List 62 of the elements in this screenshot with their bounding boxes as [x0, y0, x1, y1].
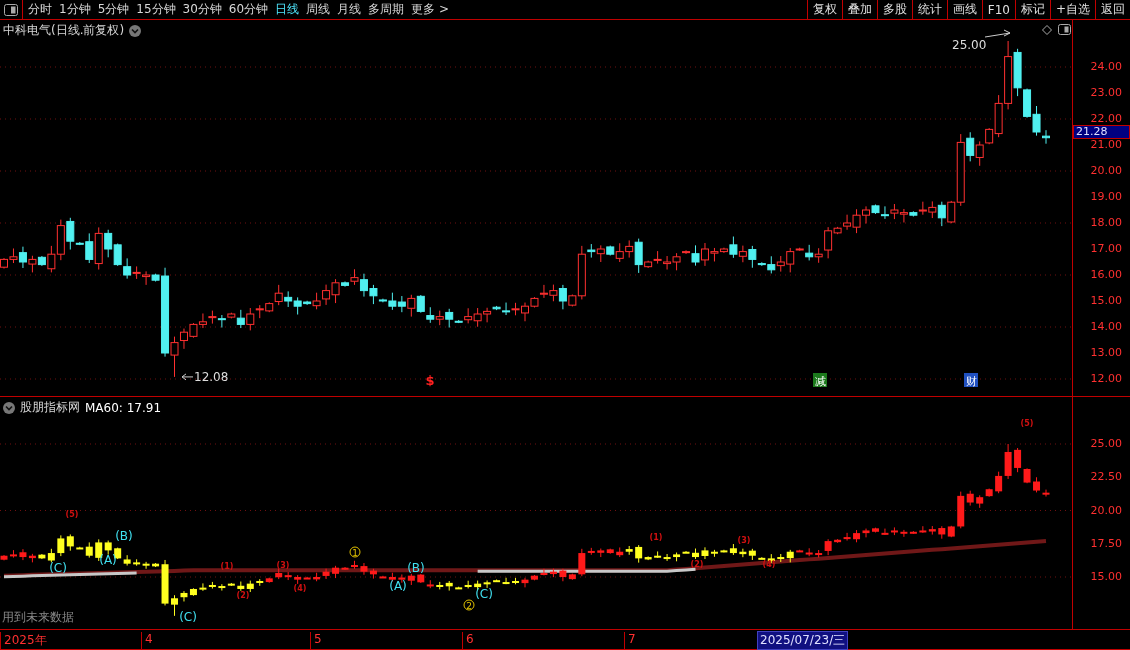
- circled-mark: 1: [349, 546, 361, 558]
- period-tab[interactable]: 多周期: [368, 1, 405, 18]
- period-tab[interactable]: 日线: [275, 1, 300, 18]
- period-tab[interactable]: 月线: [337, 1, 362, 18]
- wave-label: (2): [690, 560, 704, 569]
- wave-label: (4): [762, 560, 776, 569]
- price-tick: 18.00: [1090, 217, 1122, 229]
- date-label: 2025年: [0, 632, 47, 649]
- indicator-tick: 25.00: [1090, 438, 1122, 450]
- price-tick: 13.00: [1090, 347, 1122, 359]
- wave-label: (A): [99, 553, 117, 567]
- wave-label: (C): [49, 561, 67, 575]
- period-tab[interactable]: 60分钟: [228, 1, 269, 18]
- indicator-title: 股朋指标网: [20, 399, 80, 416]
- wave-label: (4): [293, 584, 307, 593]
- period-tab[interactable]: 5分钟: [97, 1, 130, 18]
- period-tab[interactable]: 15分钟: [136, 1, 176, 18]
- price-tick: 17.00: [1090, 243, 1122, 255]
- event-marker[interactable]: 财: [964, 373, 978, 388]
- indicator-tick: 22.50: [1090, 471, 1122, 484]
- price-tick: 15.00: [1090, 295, 1122, 307]
- price-tick: 14.00: [1090, 321, 1122, 333]
- price-tick: 19.00: [1090, 191, 1122, 203]
- price-tick: 21.00: [1090, 139, 1122, 151]
- circled-mark: 2: [463, 599, 475, 611]
- indicator-tick: 20.00: [1090, 504, 1122, 517]
- wave-label: (A): [389, 579, 407, 593]
- period-tab[interactable]: 1分钟: [59, 1, 91, 18]
- period-tab[interactable]: 30分钟: [182, 1, 222, 18]
- date-label: 5: [310, 632, 322, 649]
- price-tick: 16.00: [1090, 269, 1122, 281]
- wave-label: (5): [65, 510, 79, 519]
- cursor-date-label: 2025/07/23/三: [757, 631, 849, 650]
- event-marker[interactable]: $: [425, 373, 435, 388]
- wave-label: (C): [475, 587, 493, 601]
- wave-label: (C): [179, 610, 197, 624]
- wave-label: (B): [115, 529, 133, 543]
- period-tab[interactable]: 更多 >: [411, 1, 449, 18]
- wave-label: (1): [220, 562, 234, 571]
- period-tab[interactable]: 分时: [28, 1, 52, 18]
- wave-label: (5): [1020, 419, 1034, 428]
- price-tick: 23.00: [1090, 87, 1122, 99]
- future-data-note: 用到未来数据: [2, 609, 74, 626]
- wave-label: (B): [407, 561, 425, 575]
- period-tab[interactable]: 周线: [306, 1, 331, 18]
- indicator-tick: 17.50: [1090, 537, 1122, 550]
- wave-label: (2): [236, 591, 250, 600]
- wave-label: (3): [737, 536, 751, 545]
- wave-label: (3): [276, 561, 290, 570]
- chart-title: 中科电气(日线.前复权): [3, 22, 125, 39]
- current-price-label: 21.28: [1073, 124, 1130, 139]
- event-marker[interactable]: 减: [813, 373, 827, 388]
- date-label: 4: [141, 632, 153, 649]
- ma-readout: MA60: 17.91: [85, 400, 162, 415]
- price-tick: 20.00: [1090, 165, 1122, 177]
- price-tick: 24.00: [1090, 61, 1122, 73]
- price-tick: 12.00: [1090, 373, 1122, 385]
- price-tick: 22.00: [1090, 113, 1122, 125]
- indicator-tick: 15.00: [1090, 571, 1122, 583]
- date-label: 6: [462, 632, 474, 649]
- date-label: 7: [624, 632, 636, 649]
- wave-label: (1): [649, 533, 663, 542]
